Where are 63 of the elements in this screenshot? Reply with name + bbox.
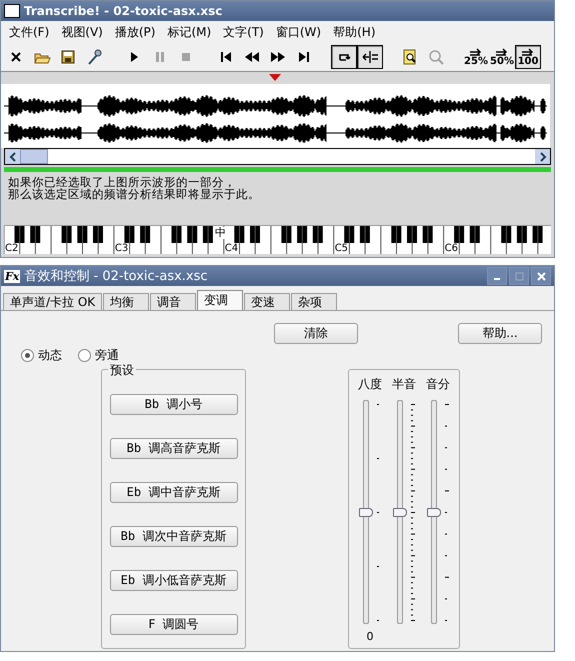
spectrum-message: 如果你已经选取了上图所示波形的一部分， — [8, 176, 236, 188]
menu-item[interactable]: 标记(M) — [161, 24, 218, 40]
pitch-slider[interactable] — [426, 398, 440, 626]
toolbar-button[interactable] — [357, 45, 383, 69]
scroll-right-button[interactable] — [535, 149, 550, 164]
octave-label: C4 — [224, 243, 238, 254]
arrow-bar-icon — [361, 48, 379, 66]
maximize-icon — [514, 272, 524, 280]
radio-option[interactable]: 动态 — [21, 346, 62, 364]
menu-item[interactable]: 窗口(W) — [270, 24, 328, 40]
slider-thumb[interactable] — [392, 508, 406, 517]
menu-item[interactable]: 帮助(H) — [327, 24, 382, 40]
slider-thumb[interactable] — [358, 508, 372, 517]
scrollbar-thumb[interactable] — [20, 149, 48, 164]
preset-button[interactable]: Bb 调小号 — [110, 394, 238, 415]
octave-label: C3 — [114, 243, 128, 254]
tab[interactable]: 均衡 — [103, 293, 150, 310]
tab[interactable]: 单声道/卡拉 OK — [3, 293, 102, 310]
menu-item[interactable]: 播放(P) — [108, 24, 162, 40]
slider-label: 八度 — [358, 376, 382, 393]
octave-label: C5 — [334, 243, 348, 254]
preset-button[interactable]: F 调圆号 — [110, 614, 238, 635]
window-title: Transcribe! - 02-toxic-asx.xsc — [24, 4, 222, 18]
help-button[interactable]: 帮助... — [458, 323, 542, 344]
slider-reading: 0 — [366, 630, 374, 644]
toolbar-button[interactable] — [331, 45, 357, 69]
minimize-button[interactable] — [487, 267, 507, 285]
preset-button[interactable]: Bb 调高音萨克斯 — [110, 438, 238, 459]
middle-c-label: 中 — [214, 227, 226, 239]
playhead-marker-icon[interactable] — [269, 74, 281, 81]
tab[interactable]: 调音 — [150, 293, 196, 310]
close-icon — [536, 272, 546, 280]
menu-item[interactable]: 文字(T) — [217, 24, 270, 40]
app-icon — [4, 4, 20, 18]
spectrum-message: 那么该选定区域的频谱分析结果即将显示于此。 — [8, 188, 261, 200]
slider-thumb[interactable] — [426, 508, 440, 517]
octave-label: C2 — [5, 243, 18, 254]
slider-label: 音分 — [426, 376, 450, 393]
horizontal-scrollbar[interactable] — [4, 148, 551, 165]
octave-label: C6 — [444, 243, 458, 254]
preset-button[interactable]: Eb 调小低音萨克斯 — [110, 570, 238, 591]
clear-button[interactable]: 清除 — [274, 323, 358, 344]
pitch-slider[interactable] — [358, 398, 372, 626]
tab[interactable]: 变调 — [197, 290, 244, 310]
preset-button[interactable]: Bb 调次中音萨克斯 — [110, 526, 238, 547]
fx-icon: Fx — [4, 270, 20, 282]
chevron-right-icon — [538, 152, 546, 162]
magnifier-icon — [427, 48, 445, 66]
menu-item[interactable]: 文件(F) — [3, 24, 56, 40]
playback-speed-button[interactable]: 25% — [463, 45, 489, 69]
slider-label: 半音 — [392, 376, 416, 393]
menu-item[interactable]: 视图(V) — [55, 24, 109, 40]
playback-speed-button[interactable]: 50% — [489, 45, 515, 69]
close-button[interactable] — [531, 267, 551, 285]
scroll-left-button[interactable] — [5, 149, 20, 164]
pitch-slider[interactable] — [392, 398, 406, 626]
tab[interactable]: 变速 — [244, 293, 290, 310]
preset-button[interactable]: Eb 调中音萨克斯 — [110, 482, 238, 503]
groupbox-title: 预设 — [108, 362, 136, 379]
window-title: 音效和控制 - 02-toxic-asx.xsc — [24, 268, 208, 285]
chevron-left-icon — [8, 152, 16, 162]
playback-speed-button[interactable]: 100 — [515, 45, 541, 69]
tab[interactable]: 杂项 — [291, 293, 338, 310]
